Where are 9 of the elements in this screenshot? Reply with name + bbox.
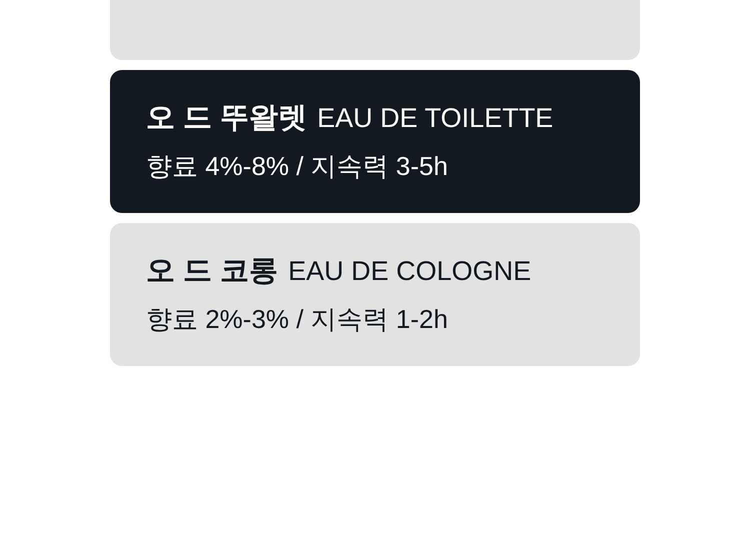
option-card[interactable]: 오 드 뚜왈렛 EAU DE TOILETTE 향료 4%-8% / 지속력 3-5h	[110, 70, 640, 213]
option-detail: 향료 4%-8% / 지속력 3-5h	[146, 150, 449, 183]
option-card[interactable]	[110, 0, 640, 60]
option-subtitle: EAU DE TOILETTE	[317, 102, 554, 136]
option-card[interactable]: 오 드 코롱 EAU DE COLOGNE 향료 2%-3% / 지속력 1-2h	[110, 223, 640, 366]
option-title: 오 드 뚜왈렛	[146, 101, 308, 136]
option-subtitle: EAU DE COLOGNE	[288, 255, 532, 288]
option-detail: 향료 2%-3% / 지속력 1-2h	[146, 302, 449, 336]
option-title: 오 드 코롱	[146, 254, 278, 290]
